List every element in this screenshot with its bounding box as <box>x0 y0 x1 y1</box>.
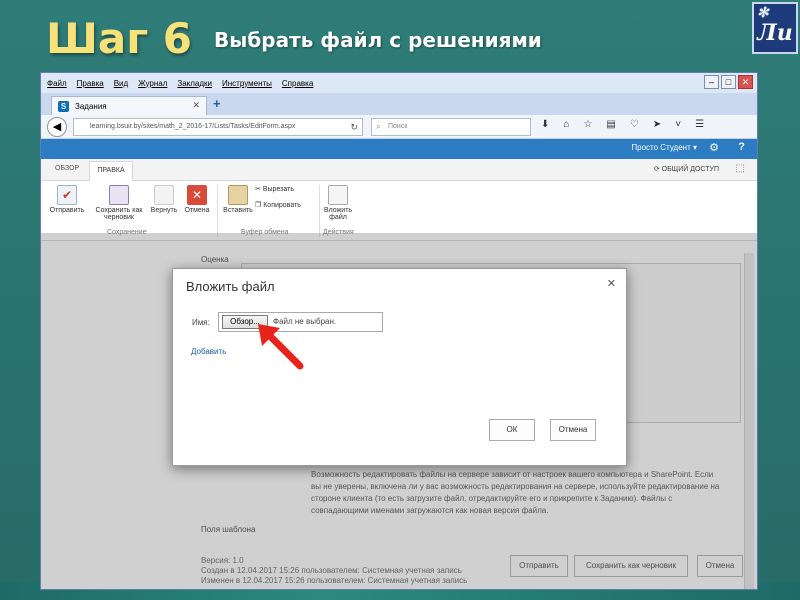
user-menu[interactable]: Просто Студент ▾ <box>631 143 697 152</box>
url-text: learning.bsuir.by/sites/math_2_2016-17/L… <box>90 123 296 130</box>
download-icon[interactable]: ⬇ <box>541 119 549 130</box>
address-bar[interactable]: learning.bsuir.by/sites/math_2_2016-17/L… <box>73 118 363 136</box>
attach-file-dialog: Вложить файл ✕ Имя: Обзор... Файл не выб… <box>172 268 627 466</box>
share-button[interactable]: ⟳ ОБЩИЙ ДОСТУП <box>654 165 719 173</box>
bookmark-star-icon[interactable]: ☆ <box>583 119 592 130</box>
search-placeholder: Поиск <box>388 123 408 130</box>
ribbon-attach-label: Вложить файл <box>323 207 353 221</box>
tab-tasks[interactable]: S Задания ✕ <box>51 96 207 115</box>
add-link[interactable]: Добавить <box>191 347 226 356</box>
ribbon-copy-label: Копировать <box>263 202 301 209</box>
close-window-button[interactable]: ✕ <box>738 75 753 89</box>
toolbar-icons: ⬇ ⌂ ☆ ▤ ♡ ➤ ˅ ☰ <box>541 119 704 130</box>
reading-list-icon[interactable]: ▤ <box>606 119 615 130</box>
clipboard-icon <box>228 185 248 205</box>
user-name: Просто Студент <box>631 143 691 152</box>
save-disk-icon <box>109 185 129 205</box>
attach-file-icon <box>328 185 348 205</box>
ribbon-tab-browse[interactable]: ОБЗОР <box>55 165 79 172</box>
cancel-x-icon: ✕ <box>187 185 207 205</box>
ribbon-separator <box>217 185 218 237</box>
revert-icon <box>154 185 174 205</box>
maximize-button[interactable]: □ <box>721 75 736 89</box>
menu-help[interactable]: Справка <box>282 79 313 88</box>
university-logo: ✻ Ли <box>752 2 798 54</box>
name-label: Имя: <box>192 318 210 327</box>
ribbon-copy-button[interactable]: ❐ Копировать <box>255 201 317 209</box>
overflow-chevron-icon[interactable]: ˅ <box>675 119 681 130</box>
close-icon[interactable]: ✕ <box>607 277 616 290</box>
scissors-icon: ✂ <box>255 186 261 193</box>
menu-file[interactable]: Файл <box>47 79 67 88</box>
ribbon-paste-label: Вставить <box>223 207 253 214</box>
close-tab-icon[interactable]: ✕ <box>192 100 200 111</box>
window-controls: – □ ✕ <box>704 75 753 89</box>
back-button[interactable]: ◀ <box>47 117 67 137</box>
ribbon-save-draft-label: Сохранить как черновик <box>95 207 143 221</box>
menu-history[interactable]: Журнал <box>138 79 167 88</box>
ribbon-cut-button[interactable]: ✂ Вырезать <box>255 185 315 193</box>
pocket-icon[interactable]: ♡ <box>630 119 639 130</box>
ribbon-send-button[interactable]: ✔ Отправить <box>47 185 87 214</box>
share-label: ОБЩИЙ ДОСТУП <box>661 166 719 173</box>
ribbon-revert-label: Вернуть <box>150 207 178 214</box>
ribbon-send-label: Отправить <box>49 207 85 214</box>
ribbon-tabs: Просто Студент ▾ ⚙ ? ОБЗОР ПРАВКА ⟳ ОБЩИ… <box>41 141 757 181</box>
slide-title: Шаг 6 <box>46 14 193 63</box>
focus-mode-icon[interactable]: ⬚ <box>736 163 745 174</box>
menu-tools[interactable]: Инструменты <box>222 79 272 88</box>
gear-icon[interactable]: ⚙ <box>709 141 719 154</box>
ribbon-tab-edit[interactable]: ПРАВКА <box>89 161 133 181</box>
minimize-button[interactable]: – <box>704 75 719 89</box>
copy-icon: ❐ <box>255 202 262 209</box>
home-icon[interactable]: ⌂ <box>563 119 569 130</box>
ribbon-revert-button[interactable]: Вернуть <box>147 185 181 214</box>
help-icon[interactable]: ? <box>738 141 745 153</box>
ok-button[interactable]: ОК <box>489 419 535 441</box>
ribbon-separator <box>319 185 320 237</box>
navigation-bar: ◀ learning.bsuir.by/sites/math_2_2016-17… <box>41 115 757 139</box>
dialog-title: Вложить файл <box>186 279 275 294</box>
ribbon-cut-label: Вырезать <box>262 186 294 193</box>
search-input[interactable]: ⌕ Поиск <box>371 118 531 136</box>
snowflake-icon: ✻ <box>757 5 769 21</box>
slide-subtitle: Выбрать файл с решениями <box>214 28 542 52</box>
dialog-cancel-button[interactable]: Отмена <box>550 419 596 441</box>
search-icon: ⌕ <box>376 122 381 131</box>
ribbon-save-draft-button[interactable]: Сохранить как черновик <box>91 185 147 221</box>
send-checkmark-icon: ✔ <box>57 185 77 205</box>
sharepoint-icon: S <box>58 100 69 112</box>
menu-bookmarks[interactable]: Закладки <box>177 79 212 88</box>
hamburger-menu-icon[interactable]: ☰ <box>695 119 704 130</box>
tab-bar: S Задания ✕ + <box>41 93 757 115</box>
menu-edit[interactable]: Правка <box>77 79 104 88</box>
menu-view[interactable]: Вид <box>114 79 128 88</box>
tab-title: Задания <box>75 101 107 111</box>
send-icon[interactable]: ➤ <box>653 119 661 130</box>
menu-bar: Файл Правка Вид Журнал Закладки Инструме… <box>41 73 757 93</box>
red-arrow-icon <box>258 324 304 370</box>
ribbon-paste-button[interactable]: Вставить <box>221 185 255 214</box>
ribbon: ✔ Отправить Сохранить как черновик Верну… <box>41 181 757 241</box>
reload-icon[interactable]: ↻ <box>350 119 358 135</box>
ribbon-attach-button[interactable]: Вложить файл <box>321 185 355 221</box>
new-tab-button[interactable]: + <box>213 96 221 111</box>
ribbon-cancel-label: Отмена <box>184 207 210 214</box>
ribbon-cancel-button[interactable]: ✕ Отмена <box>181 185 213 214</box>
logo-text: Ли <box>757 20 793 46</box>
